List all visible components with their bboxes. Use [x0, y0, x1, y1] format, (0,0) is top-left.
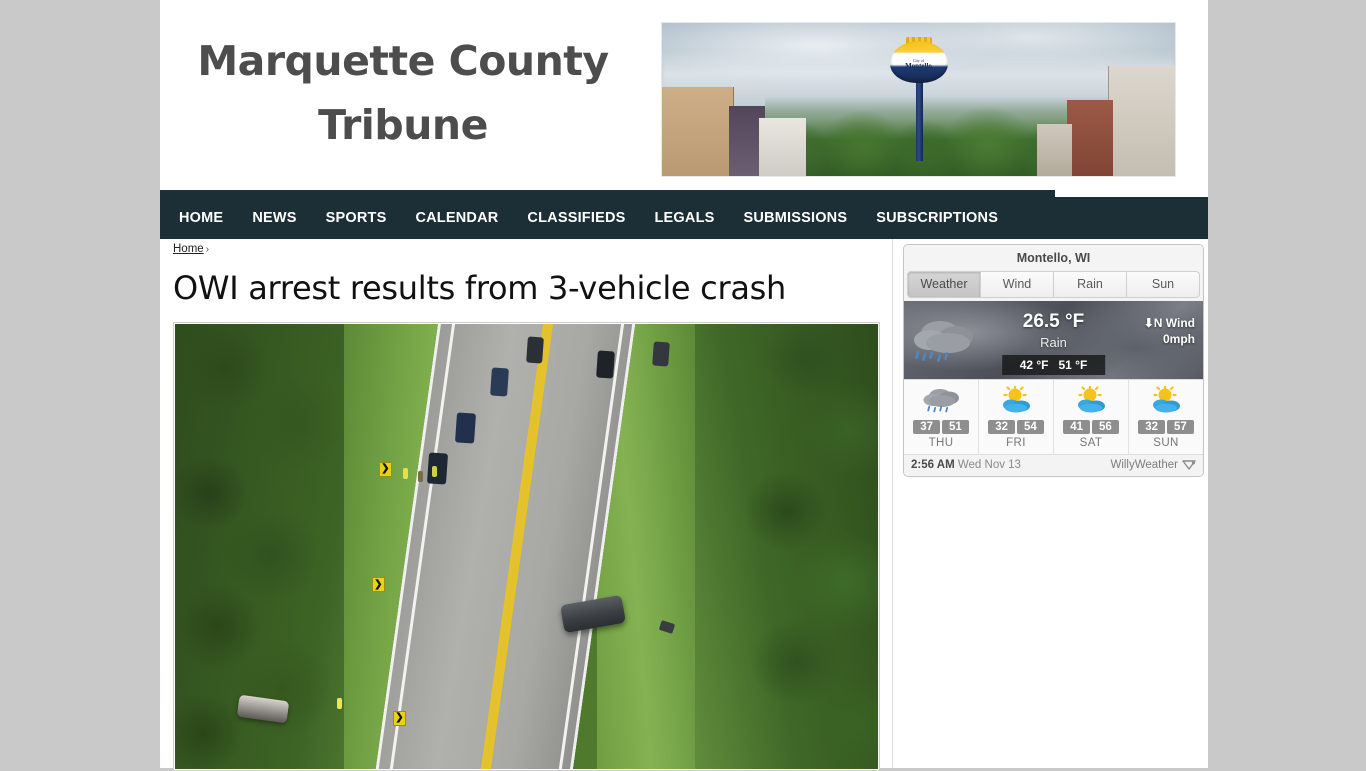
photo-emergency-vehicle — [427, 452, 449, 485]
willyweather-logo-icon — [1182, 460, 1196, 470]
weather-tab-sun[interactable]: Sun — [1127, 271, 1200, 298]
weather-date: Wed Nov 13 — [957, 459, 1021, 471]
forecast-temps: 41 56 — [1063, 420, 1119, 434]
forecast-day-sat[interactable]: 41 56 SAT — [1054, 380, 1129, 454]
sun-cloud-icon — [1003, 385, 1030, 413]
weather-provider[interactable]: WillyWeather — [1110, 459, 1196, 471]
photo-vehicle — [525, 336, 544, 364]
photo-responder — [431, 466, 437, 478]
content-area: Home › OWI arrest results from 3-vehicle … — [160, 239, 1208, 771]
site-title: Marquette County Tribune — [168, 30, 638, 157]
photo-emergency-vehicle — [455, 412, 477, 444]
water-tower-label: City of Montello — [890, 58, 948, 70]
weather-tabs: Weather Wind Rain Sun — [904, 271, 1203, 301]
forecast-day-fri[interactable]: 32 54 FRI — [979, 380, 1054, 454]
forecast-day-label: FRI — [1006, 437, 1026, 449]
breadcrumb-separator: › — [205, 244, 210, 255]
photo-vehicle — [595, 349, 615, 379]
forecast-day-label: SUN — [1153, 437, 1179, 449]
forecast-temps: 32 57 — [1138, 420, 1194, 434]
photo-vehicle — [652, 341, 670, 367]
photo-chevron-sign — [371, 577, 385, 593]
forecast-day-sun[interactable]: 32 57 SUN — [1129, 380, 1203, 454]
forecast-high: 56 — [1092, 420, 1119, 434]
banner-building-right-1 — [1108, 65, 1175, 176]
banner-building-right-3 — [1036, 123, 1073, 176]
nav-item-submissions[interactable]: SUBMISSIONS — [744, 210, 848, 226]
weather-timestamp: 2:56 AM Wed Nov 13 — [911, 459, 1021, 471]
weather-wind-speed: 0mph — [1162, 332, 1195, 347]
photo-chevron-sign — [378, 461, 392, 477]
weather-forecast-row: 37 51 THU 32 54 FRI 41 56 SAT 32 57 SUN — [904, 379, 1203, 455]
nav-item-subscriptions[interactable]: SUBSCRIPTIONS — [876, 210, 998, 226]
article-headline: OWI arrest results from 3-vehicle crash — [173, 269, 786, 307]
article-photo — [175, 323, 878, 769]
forecast-day-label: SAT — [1079, 437, 1103, 449]
weather-min-temp: 42 °F — [1019, 358, 1049, 372]
photo-responder — [403, 468, 409, 480]
weather-provider-label: WillyWeather — [1110, 459, 1178, 471]
nav-item-legals[interactable]: LEGALS — [655, 210, 715, 226]
weather-location: Montello, WI — [904, 245, 1203, 271]
weather-tab-wind[interactable]: Wind — [981, 271, 1054, 298]
nav-item-classifieds[interactable]: CLASSIFIEDS — [527, 210, 625, 226]
nav-top-shelf — [160, 190, 1055, 197]
forecast-day-label: THU — [928, 437, 954, 449]
sun-cloud-icon — [1153, 385, 1180, 413]
masthead-banner-image: City of Montello — [661, 22, 1176, 177]
banner-building-left-3 — [759, 117, 806, 176]
weather-wind-block: ⬇N Wind 0mph — [1144, 315, 1195, 347]
masthead: Marquette County Tribune City of Montell… — [160, 0, 1208, 190]
forecast-temps: 37 51 — [913, 420, 969, 434]
forecast-low: 41 — [1063, 420, 1090, 434]
weather-time: 2:56 AM — [911, 459, 955, 471]
weather-minmax: 42 °F 51 °F — [1001, 355, 1106, 375]
forecast-temps: 32 54 — [988, 420, 1044, 434]
photo-responder — [336, 697, 342, 709]
forecast-high: 51 — [942, 420, 969, 434]
forecast-low: 37 — [913, 420, 940, 434]
weather-widget: Montello, WI Weather Wind Rain Sun 26.5 … — [903, 244, 1204, 477]
weather-wind-direction: N Wind — [1153, 316, 1195, 330]
page-container: Marquette County Tribune City of Montell… — [160, 0, 1208, 771]
forecast-low: 32 — [988, 420, 1015, 434]
forecast-low: 32 — [1138, 420, 1165, 434]
rain-cloud-icon — [923, 389, 959, 413]
site-title-line2: Tribune — [318, 100, 488, 149]
weather-footer: 2:56 AM Wed Nov 13 WillyWeather — [904, 455, 1203, 476]
nav-item-sports[interactable]: SPORTS — [326, 210, 387, 226]
banner-building-right-2 — [1067, 99, 1114, 176]
sidebar: Montello, WI Weather Wind Rain Sun 26.5 … — [894, 239, 1208, 768]
wind-arrow-icon: ⬇ — [1143, 316, 1154, 330]
main-navigation: HOME NEWS SPORTS CALENDAR CLASSIFIEDS LE… — [160, 197, 1208, 239]
breadcrumb-home-link[interactable]: Home — [173, 243, 204, 255]
sun-cloud-icon — [1078, 385, 1105, 413]
weather-tab-rain[interactable]: Rain — [1054, 271, 1127, 298]
water-tower-icon: City of Montello — [889, 41, 948, 84]
nav-item-news[interactable]: NEWS — [252, 210, 296, 226]
banner-building-left-1 — [662, 87, 734, 176]
site-title-line1: Marquette County — [197, 37, 609, 85]
breadcrumb: Home › — [173, 239, 879, 255]
article-photo-frame — [173, 321, 880, 771]
forecast-high: 57 — [1167, 420, 1194, 434]
forecast-high: 54 — [1017, 420, 1044, 434]
photo-chevron-sign — [392, 710, 406, 726]
weather-current-panel: 26.5 °F Rain ⬇N Wind 0mph 42 °F 51 °F — [904, 301, 1203, 379]
weather-wind-direction-row: ⬇N Wind — [1144, 315, 1195, 331]
photo-vehicle — [490, 367, 510, 397]
main-column: Home › OWI arrest results from 3-vehicle … — [160, 239, 893, 771]
forecast-day-thu[interactable]: 37 51 THU — [904, 380, 979, 454]
nav-item-calendar[interactable]: CALENDAR — [415, 210, 498, 226]
water-tower-name: Montello — [905, 61, 932, 70]
nav-item-home[interactable]: HOME — [179, 210, 223, 226]
weather-tab-weather[interactable]: Weather — [907, 271, 981, 298]
photo-responder — [417, 470, 423, 482]
weather-max-temp: 51 °F — [1058, 358, 1088, 372]
